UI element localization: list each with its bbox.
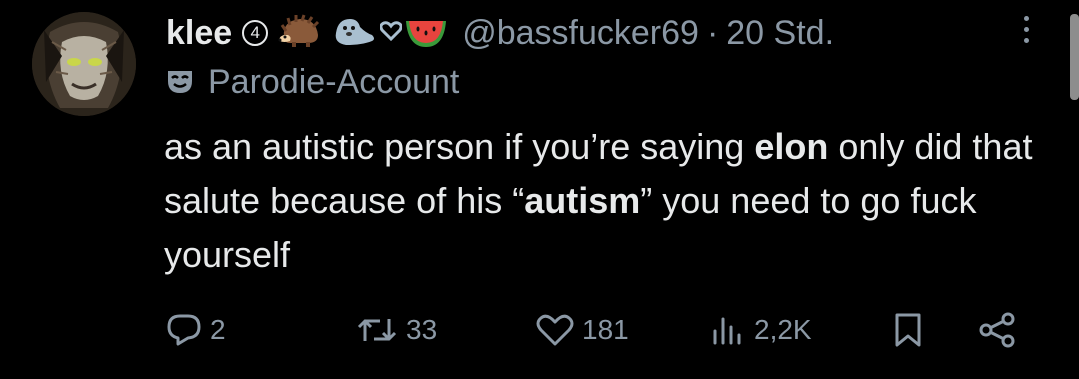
more-dot: [1023, 16, 1029, 21]
share-button[interactable]: [978, 300, 1026, 360]
tweet-text-bold: elon: [754, 126, 829, 167]
number-badge: 4: [242, 20, 269, 46]
parody-label: Parodie-Account: [166, 60, 459, 104]
seal-icon: [332, 13, 376, 54]
more-options-button[interactable]: [1016, 16, 1036, 52]
hedgehog-icon: [278, 13, 322, 54]
tweet-text: as an autistic person if you’re saying e…: [164, 120, 1064, 282]
reply-button[interactable]: 2: [166, 300, 226, 360]
bookmark-button[interactable]: [892, 300, 932, 360]
reply-icon: [167, 314, 201, 346]
bookmark-icon: [895, 313, 921, 347]
user-handle[interactable]: @bassfucker69: [462, 14, 699, 53]
more-dot: [1023, 38, 1029, 43]
parody-text: Parodie-Account: [208, 62, 460, 101]
repost-count: 33: [406, 314, 438, 345]
display-name[interactable]: klee: [166, 14, 232, 53]
timestamp[interactable]: 20 Std.: [726, 14, 834, 53]
avatar[interactable]: [32, 12, 136, 116]
separator-dot: ·: [706, 13, 719, 52]
blue-heart-icon: [379, 20, 403, 46]
watermelon-icon: [404, 13, 448, 54]
share-icon: [979, 312, 1015, 348]
scrollbar[interactable]: [1070, 14, 1079, 100]
like-button[interactable]: 181: [536, 300, 629, 360]
repost-icon: [357, 319, 397, 341]
views-count: 2,2K: [754, 314, 812, 345]
heart-icon: [536, 314, 574, 346]
like-count: 181: [582, 314, 629, 345]
tweet-text-part: as an autistic person if you’re saying: [164, 126, 755, 167]
mask-icon: [168, 71, 192, 93]
tweet-header: klee 4 @bassfucker69 · 20 Std.: [166, 8, 834, 58]
action-bar: 2 33 181 2,2K: [0, 300, 1079, 360]
more-dot: [1023, 27, 1029, 32]
repost-button[interactable]: 33: [356, 300, 437, 360]
tweet-text-bold: autism: [524, 180, 641, 221]
reply-count: 2: [210, 314, 226, 345]
views-button[interactable]: 2,2K: [710, 300, 812, 360]
views-icon: [713, 317, 741, 345]
